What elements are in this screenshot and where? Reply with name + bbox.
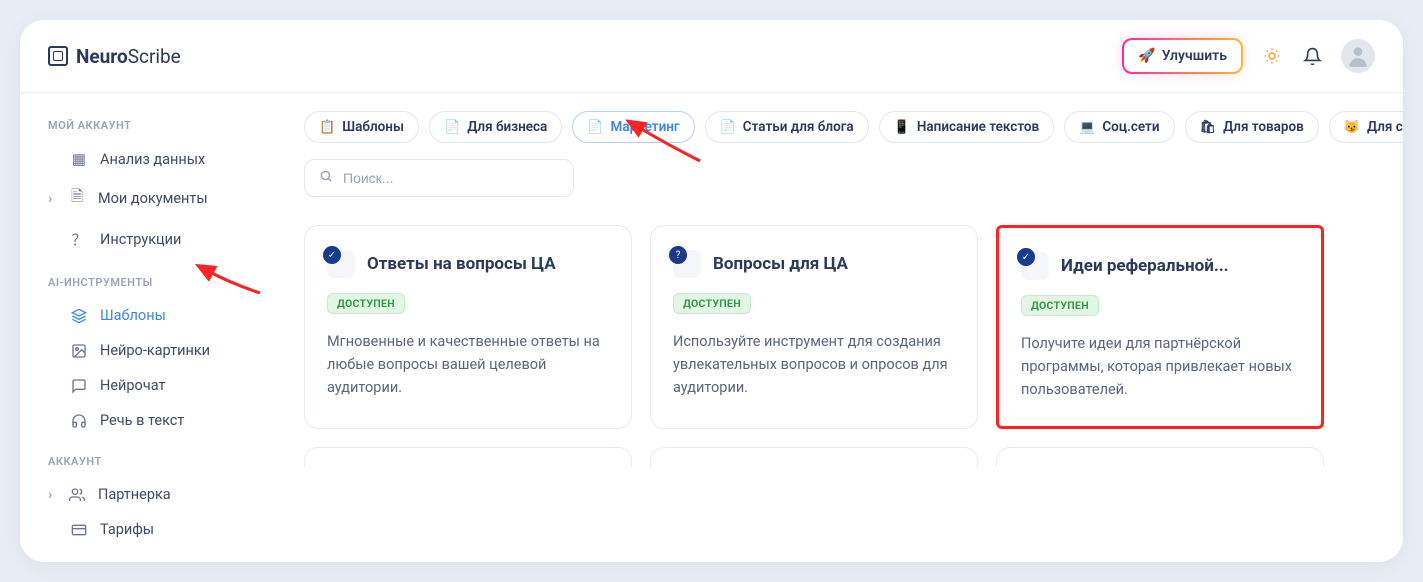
card-icon: ? <box>673 250 701 278</box>
sidebar-item-partners[interactable]: Партнерка <box>40 478 280 511</box>
image-icon <box>70 343 88 359</box>
sidebar-item-chat[interactable]: Нейрочат <box>40 369 280 402</box>
pill-templates[interactable]: 📋 Шаблоны <box>304 111 419 143</box>
app-window: NeuroScribe 🚀 Улучшить МОЙ АККАУНТ ▦ Ана… <box>20 20 1403 562</box>
pill-writing[interactable]: 📱 Написание текстов <box>879 111 1055 143</box>
card-icon <box>70 522 88 538</box>
search-input[interactable] <box>343 170 559 186</box>
bag-icon: 🛍 <box>1200 120 1217 135</box>
sidebar-item-images[interactable]: Нейро-картинки <box>40 334 280 367</box>
sidebar-item-label: Нейро-картинки <box>100 342 210 359</box>
pill-social[interactable]: 💻 Соц.сети <box>1064 111 1174 143</box>
template-cards: ✓ Ответы на вопросы ЦА ДОСТУПЕН Мгновенн… <box>304 225 1403 429</box>
pill-label: Для товаров <box>1223 119 1304 135</box>
status-badge: ДОСТУПЕН <box>673 293 751 314</box>
sidebar-item-analytics[interactable]: ▦ Анализ данных <box>40 142 280 176</box>
pill-blog[interactable]: 📄 Статьи для блога <box>705 111 869 143</box>
chat-icon <box>70 378 88 394</box>
doc-icon: 📄 <box>587 120 603 135</box>
logo-text-bold: Neuro <box>76 45 128 68</box>
pill-label: Шаблоны <box>342 119 404 135</box>
layers-icon <box>70 308 88 324</box>
sidebar-item-label: Партнерка <box>98 486 171 503</box>
card-questions[interactable]: ? Вопросы для ЦА ДОСТУПЕН Используйте ин… <box>650 225 978 429</box>
status-badge: ДОСТУПЕН <box>1021 295 1099 316</box>
sidebar-item-speech[interactable]: Речь в текст <box>40 404 280 437</box>
bell-icon <box>1303 47 1322 66</box>
card-answers[interactable]: ✓ Ответы на вопросы ЦА ДОСТУПЕН Мгновенн… <box>304 225 632 429</box>
search-icon <box>319 169 333 187</box>
sidebar-item-label: Инструкции <box>100 231 181 248</box>
sidebar-item-label: Тарифы <box>100 521 154 538</box>
avatar[interactable] <box>1341 39 1375 73</box>
sidebar-item-instructions[interactable]: ？ Инструкции <box>40 221 280 258</box>
card-icon: ✓ <box>1021 252 1049 280</box>
body: МОЙ АККАУНТ ▦ Анализ данных 🗎 Мои докуме… <box>20 93 1403 562</box>
card-stub[interactable] <box>304 447 632 467</box>
sidebar-section-user: АККАУНТ <box>48 455 272 468</box>
upgrade-button[interactable]: 🚀 Улучшить <box>1122 38 1243 74</box>
pill-label: Статьи для блога <box>743 119 854 135</box>
doc-icon: 📄 <box>444 120 460 135</box>
sidebar-section-tools: AI-ИНСТРУМЕНТЫ <box>48 276 272 289</box>
sun-icon <box>1263 47 1281 65</box>
logo[interactable]: NeuroScribe <box>48 45 181 68</box>
pill-label: Для сайта <box>1367 119 1403 135</box>
sidebar-item-label: Речь в текст <box>100 412 184 429</box>
card-referral[interactable]: ✓ Идеи реферальной... ДОСТУПЕН Получите … <box>996 225 1324 429</box>
phone-icon: 📱 <box>894 120 910 135</box>
grid-icon: ▦ <box>70 150 88 168</box>
card-icon: ✓ <box>327 250 355 278</box>
check-badge-icon: ✓ <box>323 246 341 264</box>
pill-label: Написание текстов <box>917 119 1039 135</box>
sidebar-item-label: Анализ данных <box>100 151 205 168</box>
template-cards-row2 <box>304 447 1403 467</box>
card-description: Используйте инструмент для создания увле… <box>673 330 955 400</box>
pill-label: Соц.сети <box>1102 119 1159 135</box>
sidebar-item-label: Нейрочат <box>100 377 165 394</box>
logo-text-thin: Scribe <box>128 45 181 68</box>
pill-marketing[interactable]: 📄 Маркетинг <box>572 111 694 143</box>
card-title: Идеи реферальной... <box>1061 256 1229 276</box>
doc-icon: 🗎 <box>68 186 86 211</box>
category-pills: 📋 Шаблоны 📄 Для бизнеса 📄 Маркетинг 📄 Статьи… <box>304 111 1403 143</box>
check-badge-icon: ✓ <box>1017 248 1035 266</box>
clipboard-icon: 📋 <box>319 120 335 135</box>
sidebar-section-account: МОЙ АККАУНТ <box>48 119 272 132</box>
notifications-button[interactable] <box>1297 41 1327 71</box>
users-icon <box>68 487 86 503</box>
main-content: 📋 Шаблоны 📄 Для бизнеса 📄 Маркетинг 📄 Статьи… <box>290 93 1403 562</box>
header: NeuroScribe 🚀 Улучшить <box>20 20 1403 93</box>
sidebar-item-templates[interactable]: Шаблоны <box>40 299 280 332</box>
sidebar-item-documents[interactable]: 🗎 Мои документы <box>40 178 280 219</box>
pill-products[interactable]: 🛍 Для товаров <box>1185 111 1319 143</box>
pill-label: Маркетинг <box>611 119 680 135</box>
sidebar: МОЙ АККАУНТ ▦ Анализ данных 🗎 Мои докуме… <box>20 93 290 562</box>
pill-label: Для бизнеса <box>467 119 547 135</box>
pill-business[interactable]: 📄 Для бизнеса <box>429 111 562 143</box>
sidebar-item-label: Шаблоны <box>100 307 166 324</box>
status-badge: ДОСТУПЕН <box>327 293 405 314</box>
card-stub[interactable] <box>650 447 978 467</box>
card-title: Вопросы для ЦА <box>713 254 848 274</box>
cat-icon: 😼 <box>1344 120 1360 135</box>
upgrade-label: Улучшить <box>1162 48 1227 64</box>
logo-icon <box>48 46 68 66</box>
rocket-icon: 🚀 <box>1138 48 1155 64</box>
sidebar-item-plans[interactable]: Тарифы <box>40 513 280 546</box>
pill-site[interactable]: 😼 Для сайта <box>1329 111 1403 143</box>
theme-toggle[interactable] <box>1257 41 1287 71</box>
user-icon <box>1345 43 1371 69</box>
question-badge-icon: ? <box>669 246 687 264</box>
laptop-icon: 💻 <box>1079 120 1095 135</box>
card-title: Ответы на вопросы ЦА <box>367 254 556 274</box>
doc-icon: 📄 <box>720 120 736 135</box>
card-description: Получите идеи для партнёрской программы,… <box>1021 332 1299 402</box>
sidebar-item-label: Мои документы <box>98 190 208 207</box>
search-box[interactable] <box>304 159 574 197</box>
headphones-icon <box>70 413 88 429</box>
card-description: Мгновенные и качественные ответы на любы… <box>327 330 609 400</box>
help-icon: ？ <box>70 229 88 250</box>
card-stub[interactable] <box>996 447 1324 467</box>
